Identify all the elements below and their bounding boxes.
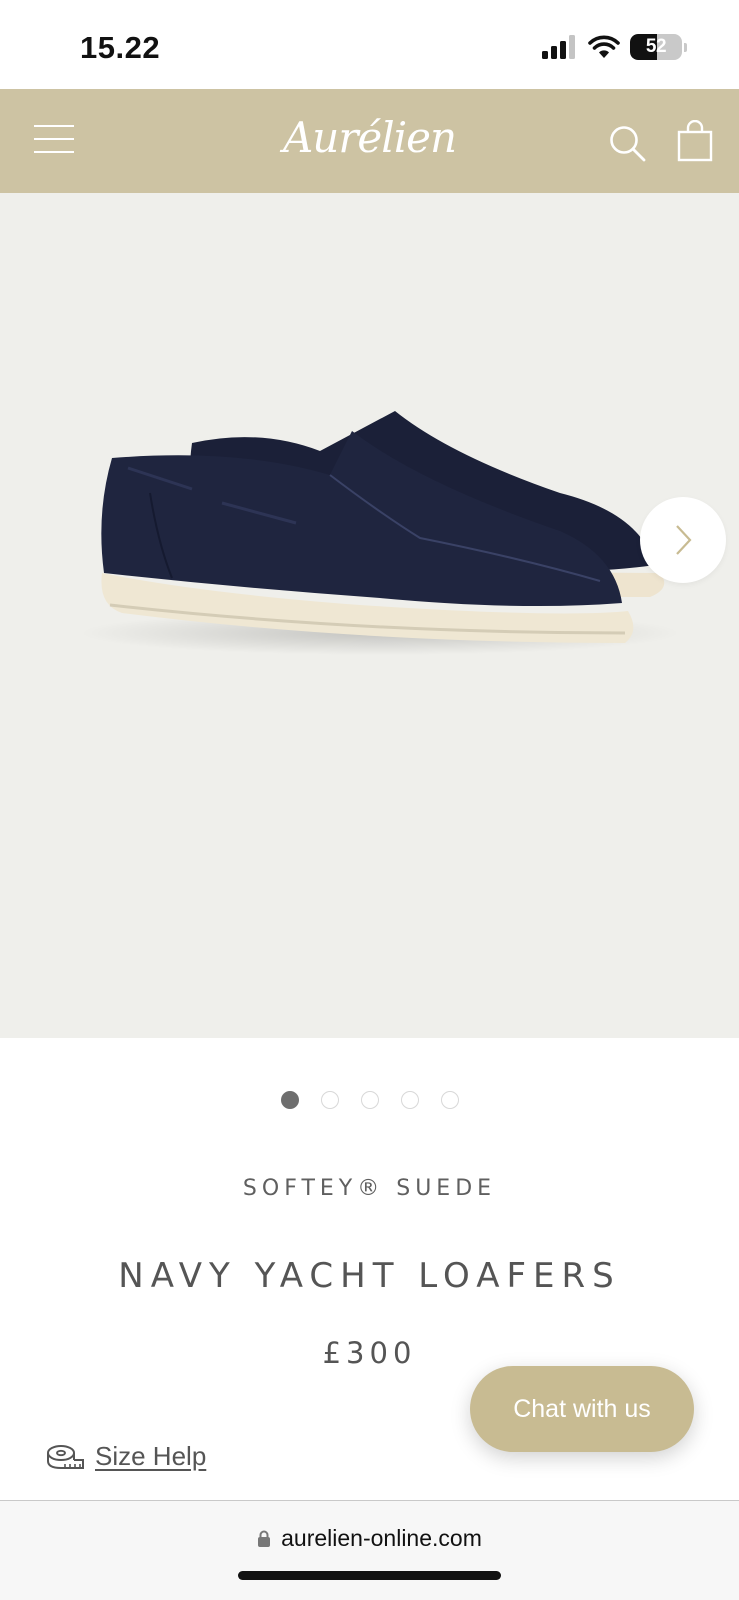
product-collection: SOFTEY® SUEDE	[242, 1176, 497, 1201]
chat-with-us-button[interactable]: Chat with us	[470, 1366, 694, 1452]
product-gallery[interactable]	[0, 193, 739, 1038]
carousel-dots	[0, 1091, 739, 1109]
chevron-right-icon	[676, 525, 692, 555]
product-title: NAVY YACHT LOAFERS	[118, 1256, 621, 1296]
battery-indicator: 52	[630, 34, 682, 60]
wifi-icon	[588, 35, 620, 58]
battery-level: 52	[645, 36, 667, 57]
search-button[interactable]	[608, 124, 648, 164]
search-icon	[610, 126, 646, 162]
carousel-dot[interactable]	[360, 1091, 379, 1109]
measuring-tape-icon	[47, 1444, 84, 1469]
battery-nub	[684, 42, 687, 52]
url-text: aurelien-online.com	[281, 1525, 482, 1551]
carousel-dot[interactable]	[440, 1091, 459, 1109]
home-indicator[interactable]	[238, 1571, 501, 1580]
carousel-dot[interactable]	[320, 1091, 339, 1109]
carousel-dot[interactable]	[280, 1091, 299, 1109]
chat-button-label: Chat with us	[513, 1394, 651, 1423]
size-help-label: Size Help	[95, 1441, 207, 1471]
browser-address-bar: aurelien-online.com	[0, 1500, 739, 1600]
status-bar: 15.22 52	[0, 0, 739, 89]
url-field[interactable]: aurelien-online.com	[0, 1525, 739, 1552]
status-time: 15.22	[80, 30, 161, 65]
product-price: £300	[322, 1336, 417, 1370]
carousel-dot[interactable]	[400, 1091, 419, 1109]
lock-icon	[258, 1530, 271, 1547]
shopping-bag-icon	[677, 119, 713, 162]
size-help-link[interactable]: Size Help	[45, 1441, 206, 1472]
status-icons: 52	[542, 34, 687, 60]
cellular-signal-icon	[542, 35, 575, 59]
next-image-button[interactable]	[640, 497, 726, 583]
cart-button[interactable]	[676, 119, 714, 162]
navy-suede-loafers-image	[80, 411, 680, 655]
